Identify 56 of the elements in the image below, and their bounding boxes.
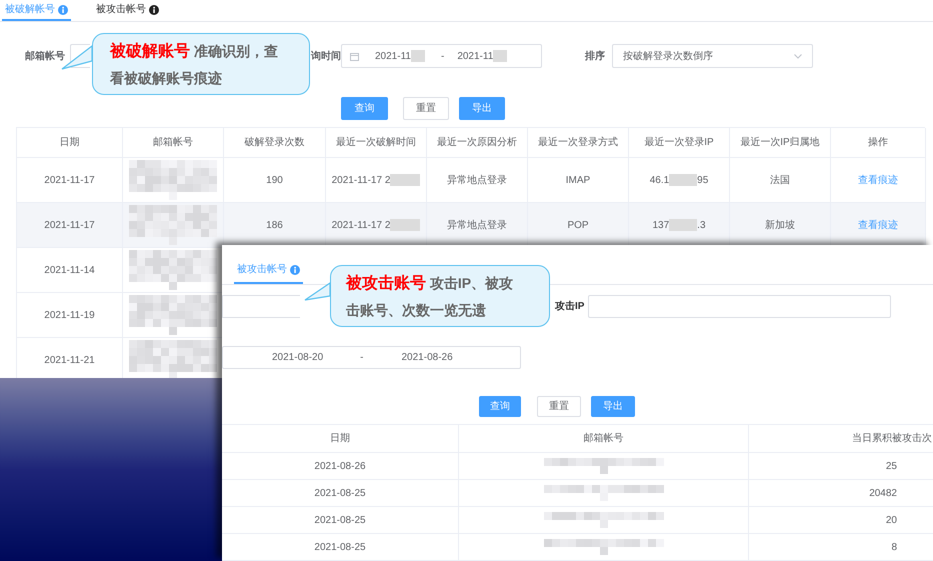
date-range-field[interactable]: 2021-11 - 2021-11 <box>341 44 542 68</box>
table-cell-text: 20482 <box>869 486 897 500</box>
primary-button[interactable]: 导出 <box>459 97 505 120</box>
primary-button[interactable]: 查询 <box>479 396 521 417</box>
table-cell-text: 25 <box>886 460 897 474</box>
callout-tooltip: 被破解账号 准确识别，查看被破解账号痕迹 <box>92 33 310 95</box>
input-field[interactable] <box>222 295 300 318</box>
callout-tooltip: 被攻击账号 攻击IP、被攻击账号、次数一览无遗 <box>330 265 550 327</box>
info-icon <box>58 4 68 14</box>
view-traces-link[interactable]: 查看痕迹 <box>858 218 898 232</box>
table-cell-text: 2021-08-25 <box>314 486 366 500</box>
ip-text: 137 <box>652 218 670 232</box>
ip-text: 95 <box>697 174 708 188</box>
column-header: 日期 <box>330 432 350 446</box>
table-cell-text: 2021-08-25 <box>314 514 366 528</box>
tab[interactable]: 被攻击帐号 <box>234 257 303 284</box>
column-header: 当日累积被攻击次 <box>852 432 932 446</box>
ip-text: 46.1 <box>650 174 670 188</box>
table-cell-text: 20 <box>886 514 897 528</box>
blurred-text-drawing <box>390 219 420 231</box>
tab[interactable]: 被攻击帐号 <box>93 0 162 21</box>
table-cell-text: 2021-08-25 <box>314 540 366 554</box>
date-text: 2021-08-26 <box>402 351 453 365</box>
tab[interactable]: 被破解帐号 <box>2 0 71 21</box>
blurred-text-drawing <box>669 219 698 231</box>
table-cell-text: 2021-08-26 <box>314 460 366 474</box>
date-separator: - <box>360 351 364 365</box>
date-text: 2021-11 <box>457 50 494 64</box>
table-cell-text: 8 <box>891 540 897 554</box>
field-label: 攻击IP <box>555 300 586 314</box>
date-range-field[interactable]: 2021-08-20 - 2021-08-26 <box>222 346 521 369</box>
ip-text: .3 <box>697 218 706 232</box>
blurred-text-drawing <box>390 174 420 186</box>
sort-select[interactable]: 按破解登录次数倒序 <box>612 44 813 68</box>
field-label: 排序 <box>585 49 606 64</box>
time-text: 2021-11-17 2 <box>332 218 390 232</box>
calendar-icon <box>350 52 359 60</box>
button[interactable]: 重置 <box>403 97 449 120</box>
button[interactable]: 重置 <box>537 396 581 417</box>
blurred-text-drawing <box>669 174 698 186</box>
primary-button[interactable]: 查询 <box>341 97 388 120</box>
blurred-text-drawing <box>410 50 425 62</box>
view-traces-link[interactable]: 查看痕迹 <box>858 172 898 188</box>
date-text: 2021-08-20 <box>272 351 324 365</box>
ip-input-field[interactable] <box>588 295 891 318</box>
info-icon <box>290 264 300 274</box>
column-header: 邮箱帐号 <box>584 432 624 446</box>
info-icon <box>149 4 159 14</box>
date-separator: - <box>440 50 444 64</box>
time-text: 2021-11-17 2 <box>332 174 390 188</box>
primary-button[interactable]: 导出 <box>591 396 635 417</box>
field-label: 邮箱帐号 <box>25 50 66 64</box>
date-text: 2021-11 <box>375 50 411 64</box>
blurred-text-drawing <box>493 50 508 62</box>
chevron-down-icon <box>794 54 802 58</box>
field-label: 询时间 <box>311 50 341 64</box>
